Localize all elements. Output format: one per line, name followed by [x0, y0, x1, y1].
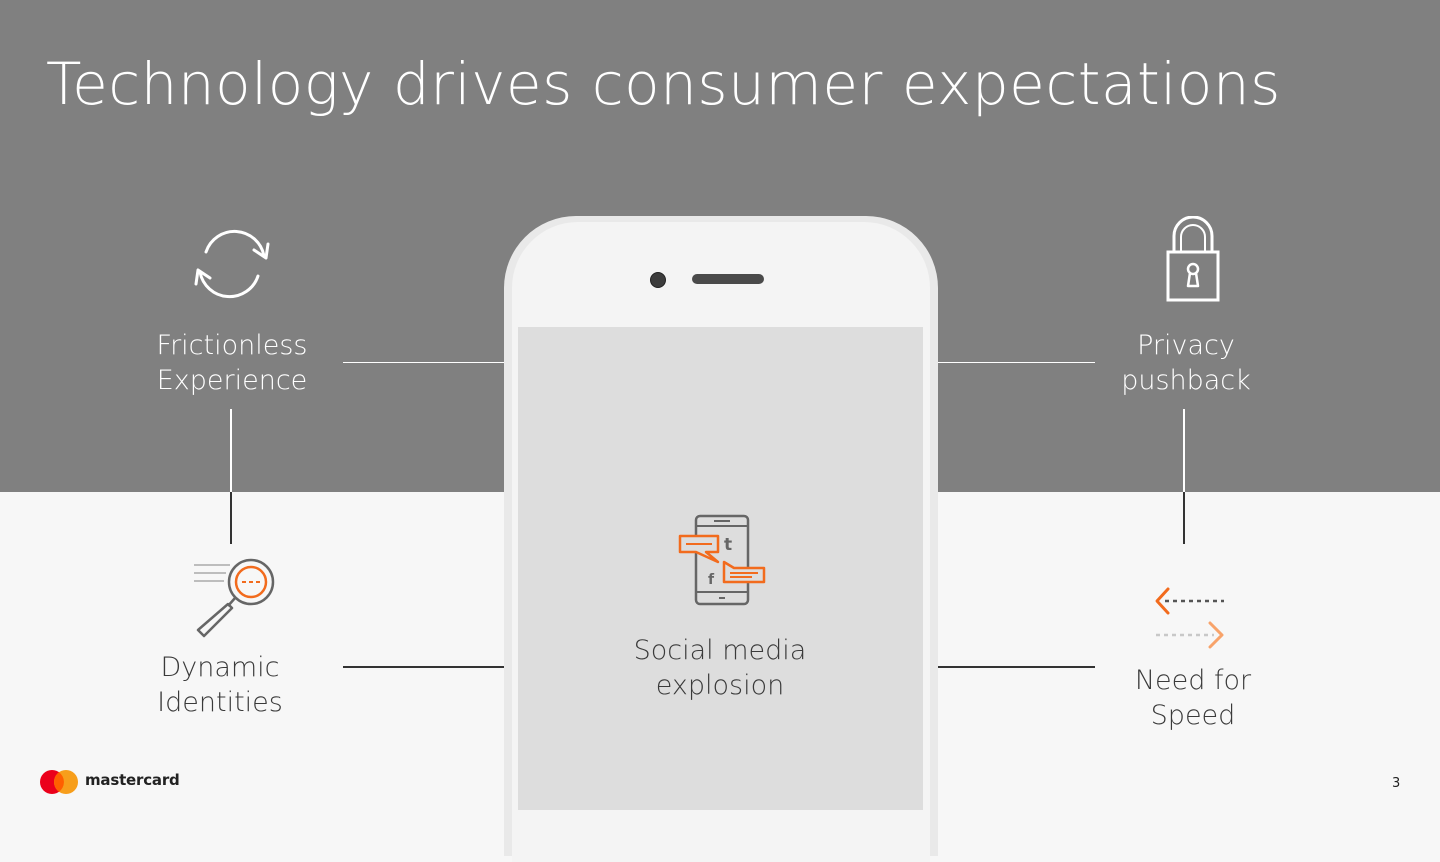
magnifier-icon	[194, 558, 275, 638]
connector-frictionless-horizontal	[343, 362, 505, 363]
connector-speed-horizontal	[935, 666, 1095, 668]
svg-text:f: f	[708, 572, 715, 588]
connector-privacy-vertical-bottom	[1183, 492, 1185, 544]
slide-title: Technology drives consumer expectations	[46, 50, 1281, 118]
refresh-icon	[194, 229, 270, 299]
connector-frictionless-vertical-bottom	[230, 492, 232, 544]
label-need-for-speed: Need for Speed	[1134, 665, 1252, 731]
phone-speaker	[692, 274, 764, 284]
label-social-media-explosion: Social media explosion	[633, 635, 807, 701]
label-privacy-pushback: Privacy pushback	[1121, 330, 1251, 396]
label-frictionless-experience: Frictionless Experience	[156, 330, 308, 396]
social-phone-icon: t f	[678, 514, 766, 606]
connector-frictionless-vertical-top	[230, 409, 232, 492]
page-number: 3	[1392, 776, 1401, 791]
connector-dynamic-horizontal	[343, 666, 505, 668]
padlock-icon	[1166, 216, 1220, 302]
arrows-icon	[1155, 587, 1224, 649]
connector-privacy-vertical-top	[1183, 409, 1185, 492]
label-dynamic-identities: Dynamic Identities	[157, 652, 283, 718]
svg-text:t: t	[724, 535, 732, 555]
connector-privacy-horizontal	[937, 362, 1095, 363]
brand-name: mastercard	[85, 771, 180, 789]
phone-camera	[650, 272, 666, 288]
